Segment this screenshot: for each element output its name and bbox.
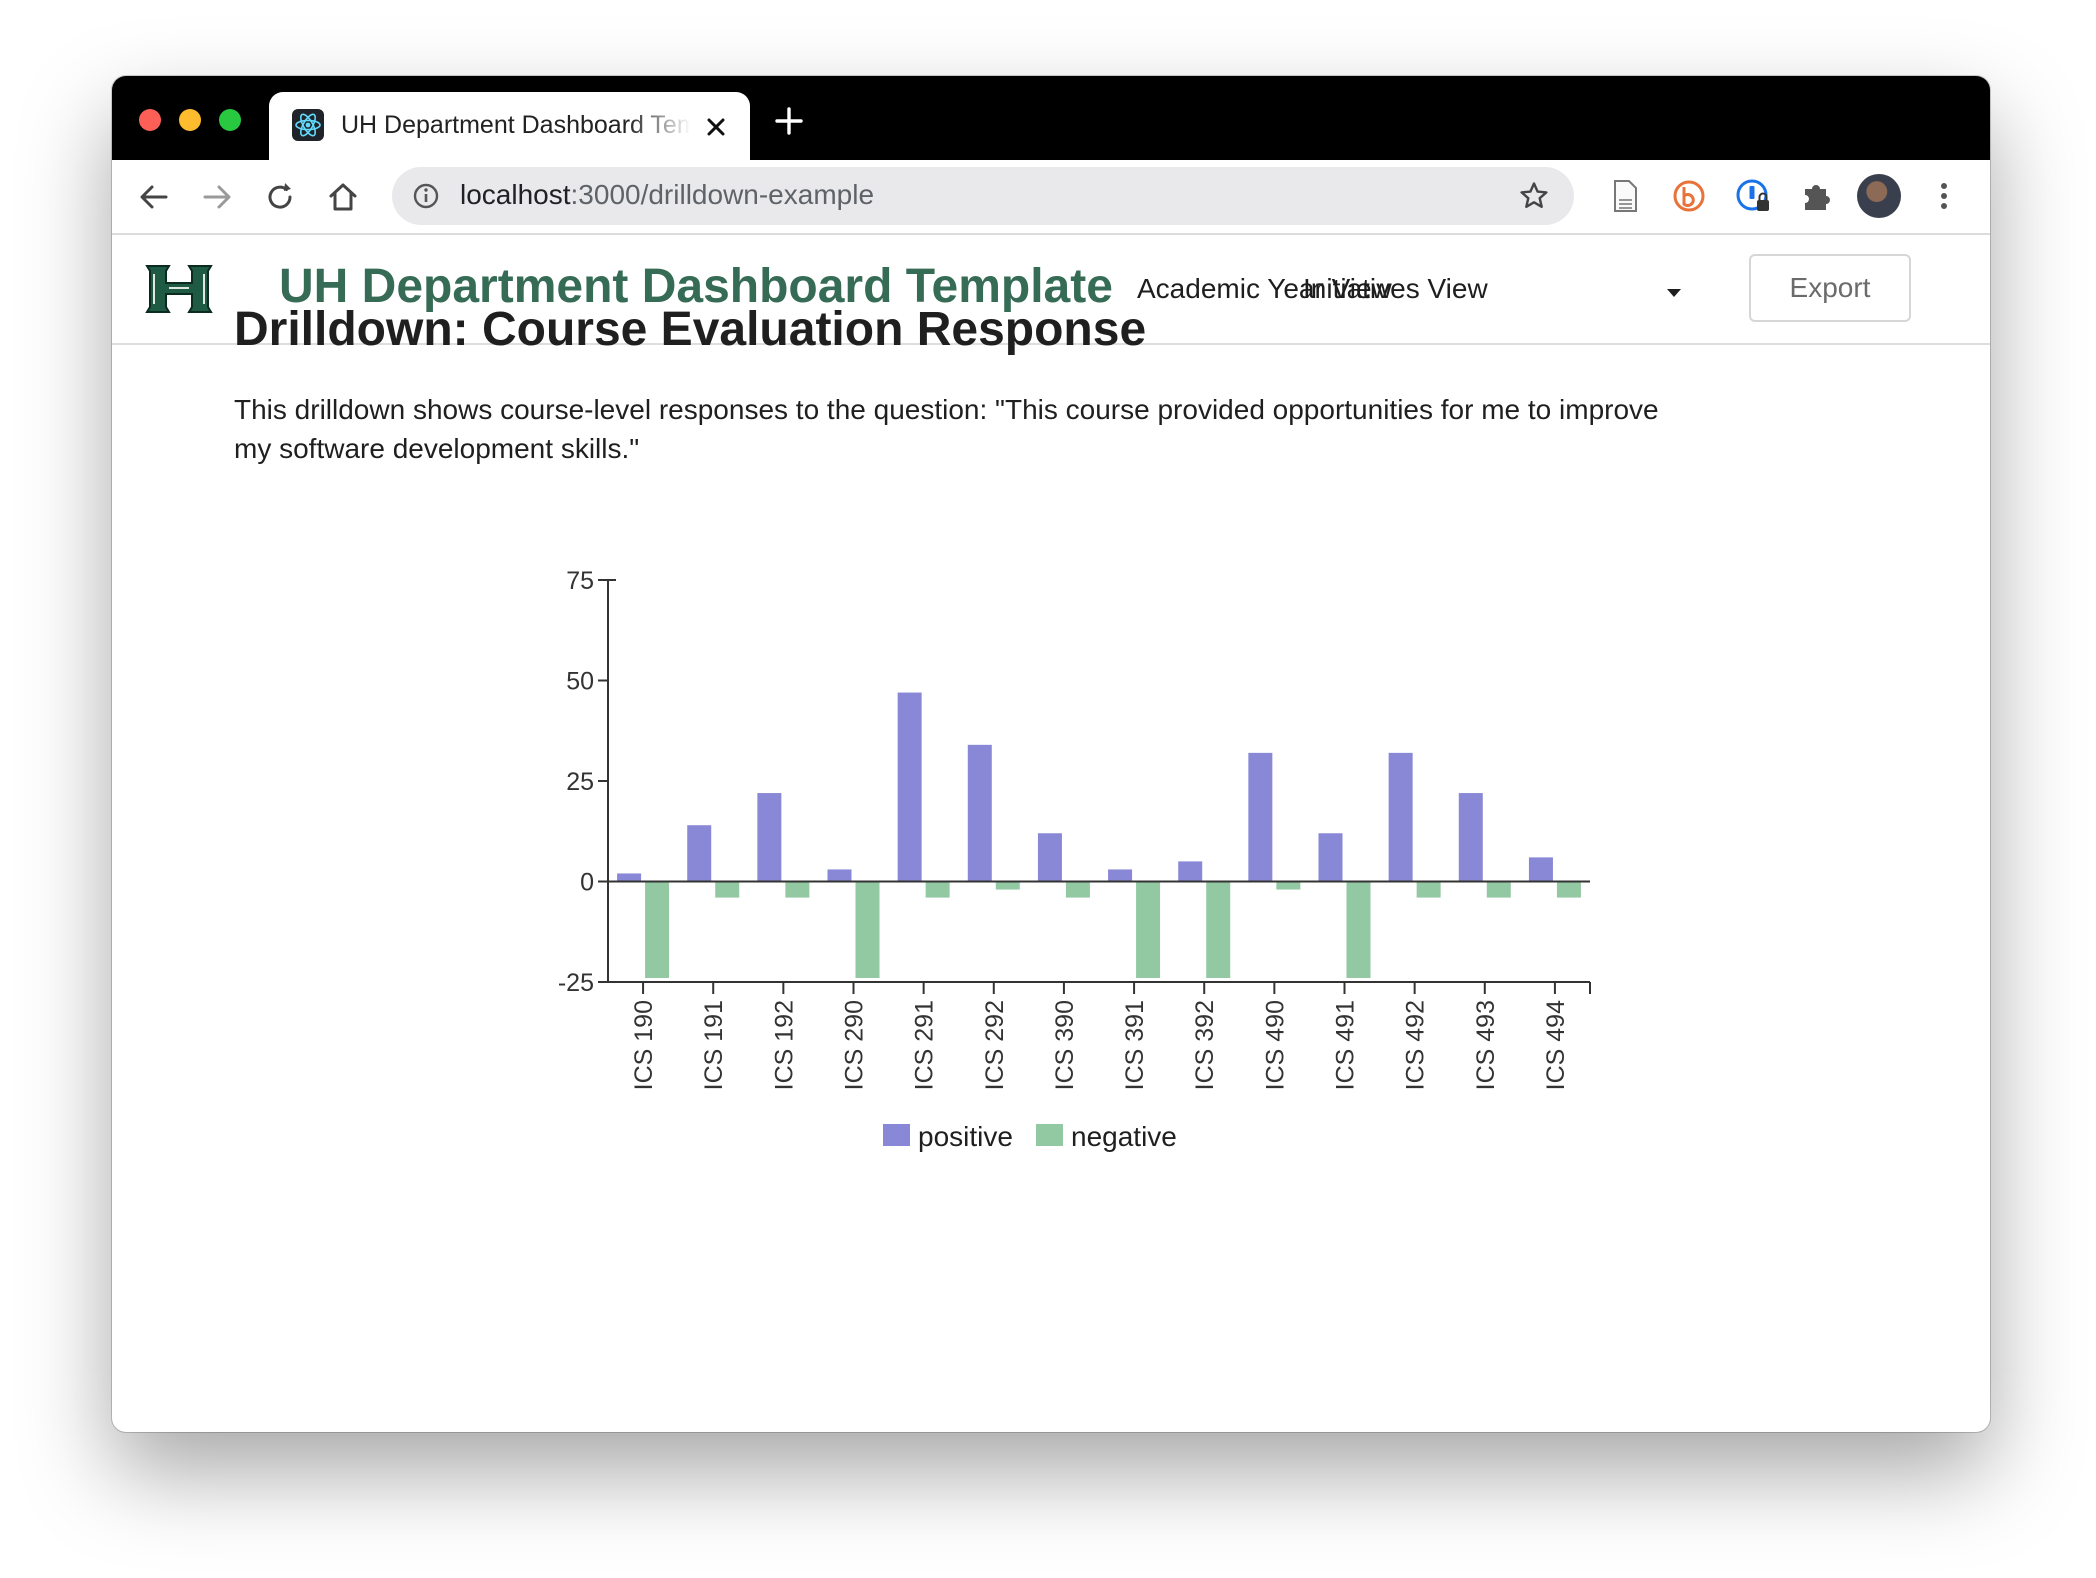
x-tick-label: ICS 490: [1261, 1000, 1289, 1090]
x-tick-label: ICS 290: [841, 1000, 869, 1090]
x-tick-label: ICS 494: [1542, 1000, 1570, 1090]
bar-negative: [1556, 881, 1581, 898]
legend-label-negative: negative: [1071, 1121, 1177, 1152]
bar-negative: [1136, 881, 1161, 978]
bar-positive: [967, 744, 992, 882]
y-tick-label: 50: [566, 668, 594, 696]
bar-negative: [995, 881, 1020, 890]
legend-swatch-positive: [883, 1124, 910, 1146]
bar-negative: [1065, 881, 1090, 898]
bar-positive: [1458, 793, 1483, 882]
bar-positive: [1388, 752, 1413, 882]
y-tick-label: 0: [580, 869, 594, 897]
x-tick-label: ICS 191: [700, 1000, 728, 1090]
x-tick-label: ICS 491: [1332, 1000, 1360, 1090]
bar-positive: [617, 873, 642, 882]
bar-positive: [1108, 869, 1133, 882]
bar-negative: [645, 881, 670, 978]
x-tick-label: ICS 391: [1121, 1000, 1149, 1090]
bar-positive: [1037, 833, 1062, 882]
y-tick-label: 75: [566, 567, 594, 595]
x-tick-label: ICS 291: [911, 1000, 939, 1090]
x-tick-label: ICS 292: [981, 1000, 1009, 1090]
bar-positive: [1318, 833, 1343, 882]
y-tick-label: -25: [558, 969, 594, 997]
x-tick-label: ICS 493: [1472, 1000, 1500, 1090]
bar-negative: [715, 881, 740, 898]
bar-negative: [1206, 881, 1231, 978]
bar-negative: [1416, 881, 1441, 898]
legend-label-positive: positive: [918, 1121, 1013, 1152]
bar-positive: [1178, 861, 1203, 882]
x-tick-label: ICS 392: [1191, 1000, 1219, 1090]
bar-negative: [1486, 881, 1511, 898]
bar-negative: [855, 881, 880, 978]
x-tick-label: ICS 492: [1402, 1000, 1430, 1090]
bar-negative: [925, 881, 950, 898]
y-tick-label: 25: [566, 768, 594, 796]
x-tick-label: ICS 390: [1051, 1000, 1079, 1090]
bar-positive: [1248, 752, 1273, 882]
bar-negative: [1276, 881, 1301, 890]
bar-negative: [785, 881, 810, 898]
bar-positive: [757, 793, 782, 882]
legend-swatch-negative: [1036, 1124, 1063, 1146]
course-evaluation-chart: 75 50 25 0 -25 ICS 190 ICS 191 ICS 192 ICS 290 IC…: [558, 567, 1591, 1152]
bar-positive: [687, 825, 712, 882]
bar-positive: [827, 869, 852, 882]
bar-positive: [897, 692, 922, 882]
x-tick-label: ICS 192: [770, 1000, 798, 1090]
bar-negative: [1346, 881, 1371, 978]
bar-positive: [1528, 857, 1553, 882]
x-tick-label: ICS 190: [630, 1000, 658, 1090]
